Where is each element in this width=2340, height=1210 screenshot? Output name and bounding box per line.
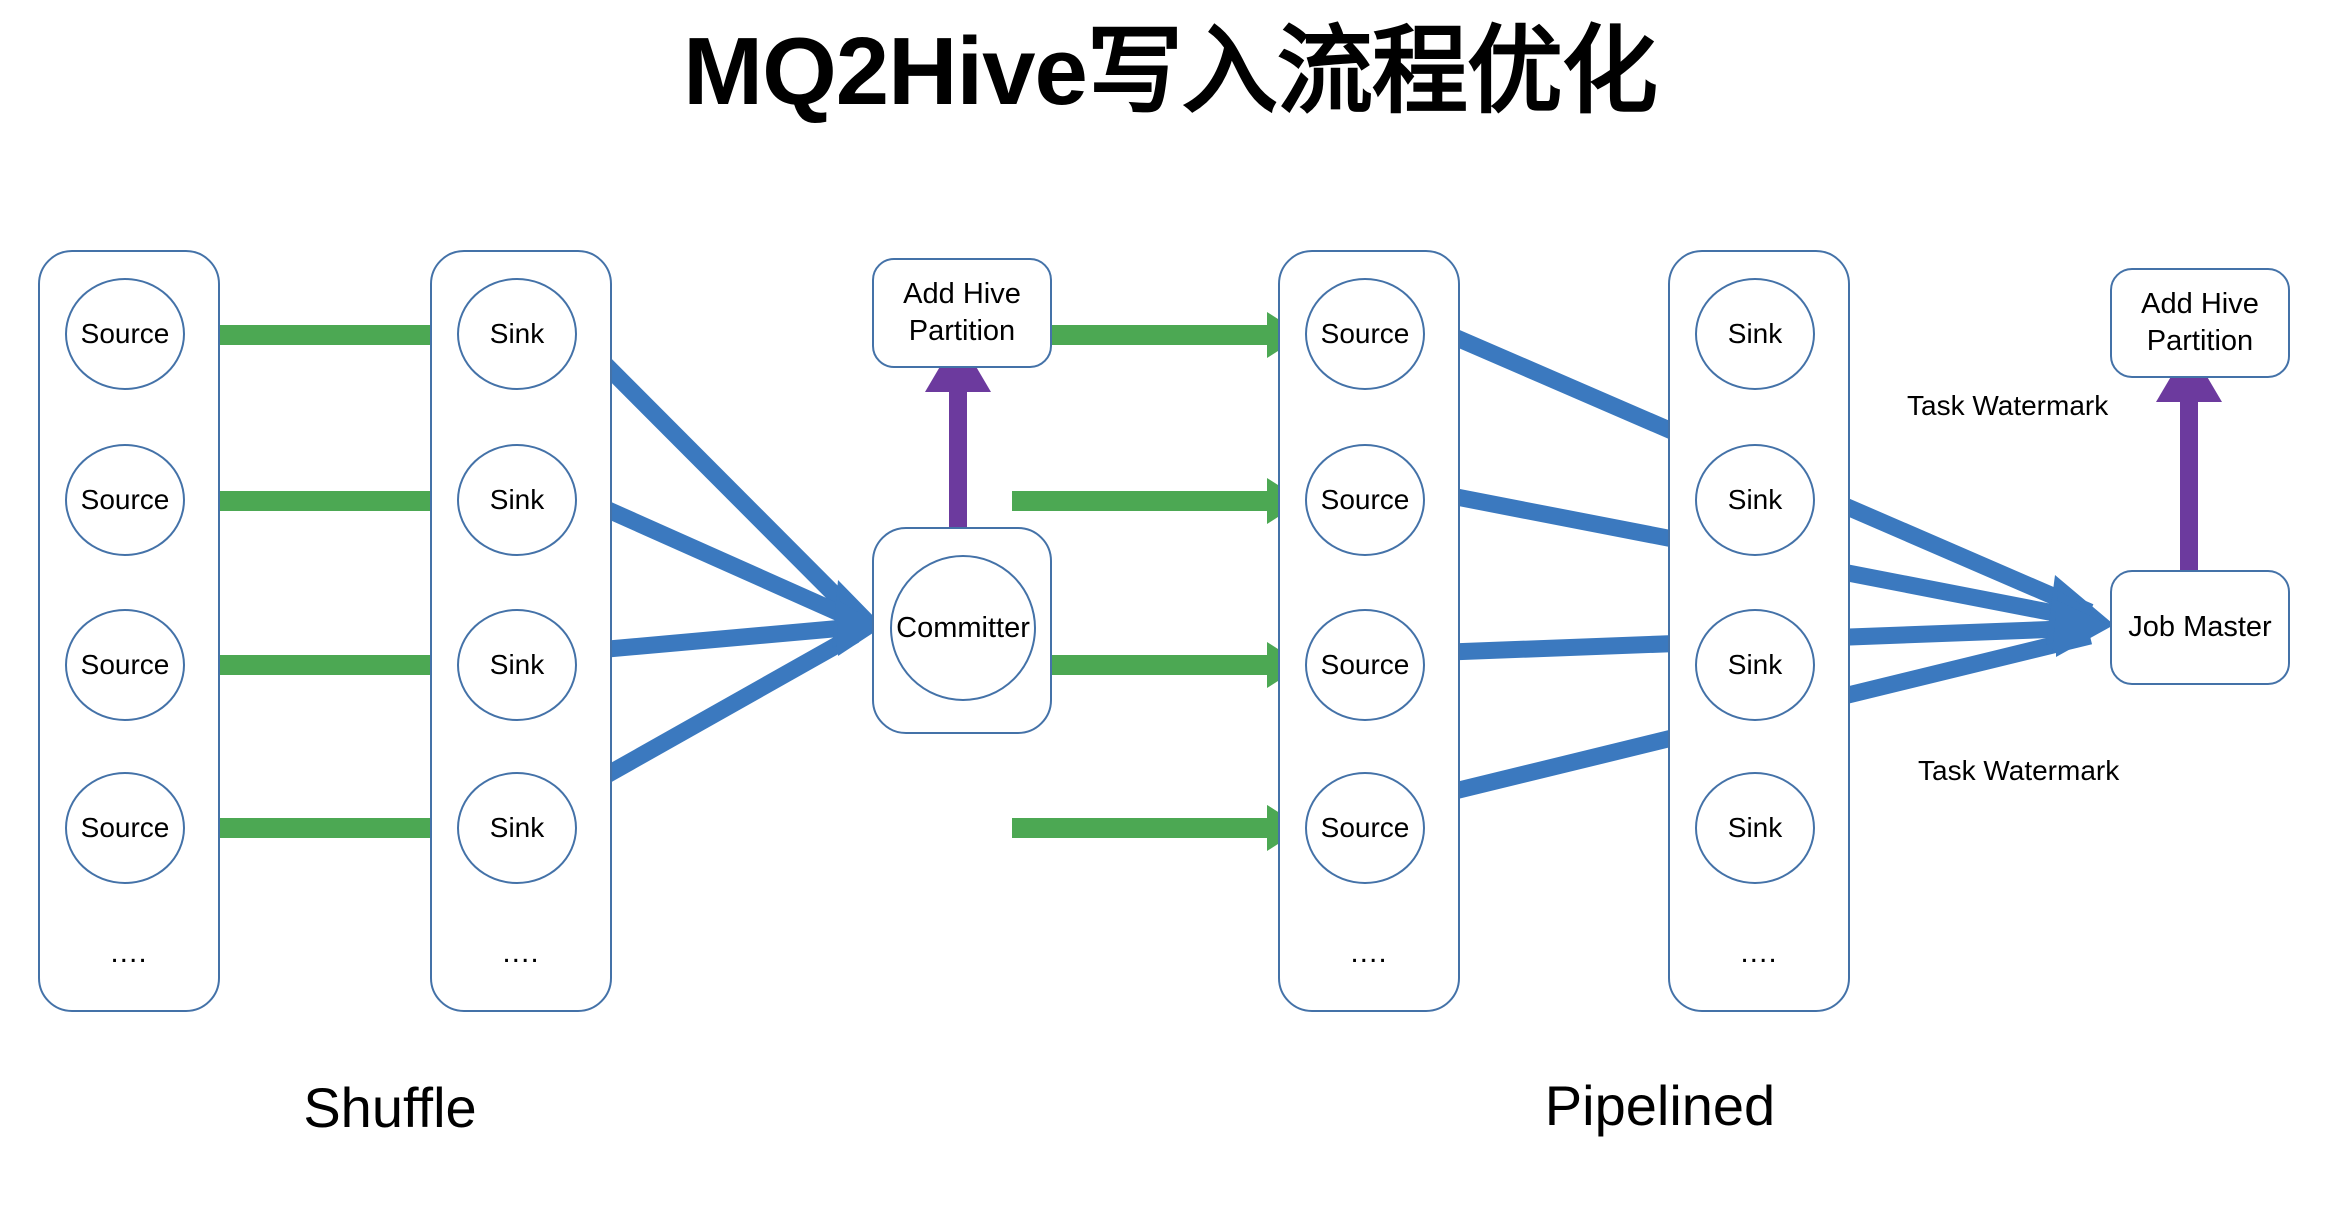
left-add-hive-partition-line1: Add Hive	[903, 277, 1021, 310]
right-source-node-1-label: Source	[1320, 318, 1410, 349]
left-sink-node-3-label: Sink	[489, 649, 545, 680]
task-watermark-label-bottom: Task Watermark	[1918, 755, 2120, 786]
page-title: MQ2Hive写入流程优化	[683, 18, 1658, 125]
left-sink-node-4-label: Sink	[489, 812, 545, 843]
left-source-node-4-label: Source	[80, 812, 170, 843]
left-source-lane-ellipsis: ....	[110, 936, 148, 969]
left-sink-node-3[interactable]: Sink	[457, 609, 577, 721]
right-job-master-box[interactable]: Job Master	[2110, 570, 2290, 685]
task-watermark-label-top: Task Watermark	[1907, 390, 2109, 421]
right-source-node-3-label: Source	[1320, 649, 1410, 680]
left-sink-node-4[interactable]: Sink	[457, 772, 577, 884]
right-add-hive-partition-line2: Partition	[2146, 325, 2254, 357]
left-committer-label: Committer	[896, 611, 1030, 644]
right-sink-lane-ellipsis: ....	[1740, 936, 1778, 969]
right-job-master-label: Job Master	[2128, 610, 2272, 643]
right-sink-node-2-label: Sink	[1727, 484, 1783, 515]
right-source-node-4-label: Source	[1320, 812, 1410, 843]
right-add-partition-arrow	[2156, 346, 2222, 575]
left-source-node-3-label: Source	[80, 649, 170, 680]
left-add-hive-partition-box[interactable]: Add Hive Partition	[872, 258, 1052, 368]
right-sink-node-4[interactable]: Sink	[1695, 772, 1815, 884]
right-add-hive-partition-line1: Add Hive	[2141, 287, 2259, 320]
left-sink-node-2-label: Sink	[489, 484, 545, 515]
left-sink-lane-ellipsis: ....	[502, 936, 540, 969]
left-add-hive-partition-line2: Partition	[908, 315, 1016, 347]
right-jobmaster-arrowheads	[2046, 575, 2112, 657]
left-source-node-1[interactable]: Source	[65, 278, 185, 390]
right-source-lane-ellipsis: ....	[1350, 936, 1388, 969]
right-sink-node-3[interactable]: Sink	[1695, 609, 1815, 721]
right-source-to-sink-arrows	[1012, 312, 1303, 851]
right-source-node-2-label: Source	[1320, 484, 1410, 515]
left-sink-node-2[interactable]: Sink	[457, 444, 577, 556]
right-source-node-2[interactable]: Source	[1305, 444, 1425, 556]
right-add-hive-partition-box[interactable]: Add Hive Partition	[2110, 268, 2290, 378]
right-sink-node-1[interactable]: Sink	[1695, 278, 1815, 390]
right-sink-node-3-label: Sink	[1727, 649, 1783, 680]
left-sink-node-1[interactable]: Sink	[457, 278, 577, 390]
right-sink-node-1-label: Sink	[1727, 318, 1783, 349]
left-source-node-2[interactable]: Source	[65, 444, 185, 556]
right-diagram-caption: Pipelined	[1544, 1074, 1776, 1137]
slide-canvas: MQ2Hive写入流程优化 Source Source Source Sourc…	[0, 0, 2340, 1210]
left-source-node-1-label: Source	[80, 318, 170, 349]
right-sink-node-2[interactable]: Sink	[1695, 444, 1815, 556]
arrow-layer	[182, 292, 2222, 851]
left-source-node-4[interactable]: Source	[65, 772, 185, 884]
left-source-node-3[interactable]: Source	[65, 609, 185, 721]
left-committer-circle[interactable]: Committer	[890, 555, 1036, 701]
left-source-node-2-label: Source	[80, 484, 170, 515]
left-sink-node-1-label: Sink	[489, 318, 545, 349]
right-source-node-4[interactable]: Source	[1305, 772, 1425, 884]
left-diagram-caption: Shuffle	[303, 1076, 477, 1139]
right-source-node-3[interactable]: Source	[1305, 609, 1425, 721]
right-source-node-1[interactable]: Source	[1305, 278, 1425, 390]
right-sink-node-4-label: Sink	[1727, 812, 1783, 843]
